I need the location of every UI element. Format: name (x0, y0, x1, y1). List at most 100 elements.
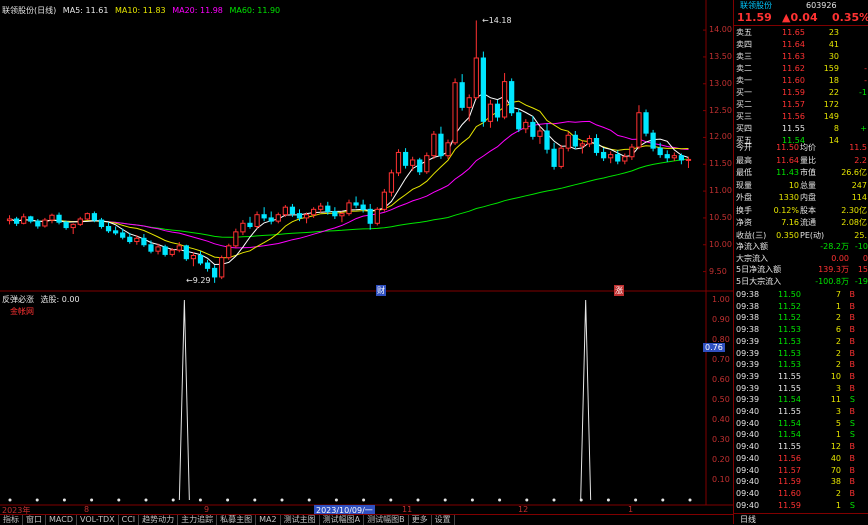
stat-row-cell: 流通 (800, 218, 816, 227)
stat-row-cell: 内盘 (800, 193, 816, 202)
candle-body (530, 121, 536, 137)
tick-row-cell: B (849, 465, 856, 475)
price-axis-label: 10.50 (709, 212, 732, 222)
tick-row: 09:40 11.55 12 B (734, 441, 868, 452)
candle-body (480, 57, 486, 122)
tick-row-cell: 09:40 (736, 418, 760, 428)
ask-row: 卖二 11.62 159 - (734, 63, 868, 74)
tick-row: 09:38 11.53 6 B (734, 324, 868, 335)
ma20-line (9, 120, 689, 249)
ask-row-cell: 卖一 (736, 76, 752, 85)
candle-body (268, 217, 274, 222)
tick-row-cell: 09:40 (736, 407, 760, 416)
tick-row-cell: 09:39 (736, 371, 760, 381)
candle-body (247, 222, 253, 228)
ask-row-cell: 41 (828, 40, 839, 49)
tick-row-cell: 11.50 (778, 290, 801, 299)
candle-body (155, 246, 161, 252)
stat-row: 外盘 1330 内盘 114 (734, 192, 868, 203)
signal-dot (579, 498, 583, 502)
stat-row-cell: 换手 (736, 205, 752, 215)
flow-row: 大宗流入 0.00 0 (734, 253, 868, 264)
candle-body (664, 154, 670, 159)
candle-body (261, 214, 267, 219)
tick-row-cell: 1 (835, 500, 841, 510)
rise-marker[interactable]: 涨 (614, 285, 624, 296)
signal-dot (171, 498, 175, 502)
tick-row-cell: 11.55 (778, 383, 801, 393)
kline-chart-svg[interactable] (0, 0, 733, 524)
tick-row-cell: S (849, 395, 855, 405)
candle-body (572, 134, 578, 147)
candle-body (332, 210, 338, 217)
candle-body (190, 254, 197, 260)
candle-body (134, 237, 140, 243)
tick-row-cell: 11.53 (778, 348, 801, 358)
candle-body (282, 206, 288, 216)
daily-tab[interactable]: 日线 (734, 513, 868, 524)
tick-row-cell: 09:40 (736, 477, 760, 487)
tick-row: 09:38 11.52 2 B (734, 312, 868, 323)
candle-body (360, 204, 366, 210)
bid-row-cell: 买二 (736, 100, 752, 109)
tick-row-cell: 09:39 (736, 383, 760, 393)
tick-row-cell: 38 (830, 477, 841, 487)
candle-body (615, 154, 621, 162)
tick-row-cell: 09:40 (736, 442, 760, 452)
flow-row-cell: 15 (857, 265, 868, 274)
signal-dot (334, 498, 338, 502)
tick-row-cell: 1 (835, 430, 841, 440)
indicator-name: 反弹必涨 (2, 295, 34, 304)
candle-body (63, 221, 69, 229)
ask-row: 卖三 11.63 30 (734, 51, 868, 62)
candle-body (275, 214, 281, 222)
indicator-axis-label: 0.70 (712, 355, 730, 364)
candle-body (622, 156, 628, 162)
flow-row-cell: -19 (854, 276, 868, 286)
date-axis-label: 8 (84, 505, 90, 514)
tick-row-cell: 09:40 (736, 453, 760, 463)
stat-row-cell: 外盘 (736, 193, 752, 202)
flow-row: 5日净流入额 139.3万 15 (734, 264, 868, 275)
signal-dot (198, 498, 202, 502)
candle-body (148, 244, 154, 252)
quote-panel: 联领股份 603926 11.59 ▲0.04 0.35% 卖五 11.65 23 卖… (733, 0, 868, 524)
tick-row-cell: 11.55 (778, 371, 801, 381)
stat-row-cell: 收益(三) (736, 230, 767, 240)
candle-body (544, 130, 550, 150)
candle-body (565, 134, 571, 149)
stat-row-cell: 10 (788, 180, 799, 190)
tick-row-cell: 09:39 (736, 336, 760, 346)
bid-row: 买二 11.57 172 (734, 99, 868, 110)
date-axis-label: 1 (628, 505, 634, 514)
tick-row-cell: 11.52 (778, 313, 801, 323)
flow-row-cell: -10 (854, 242, 868, 251)
candle-body (56, 214, 62, 223)
tick-row-cell: 11.57 (778, 465, 801, 475)
price-axis-label: 11.00 (709, 186, 732, 196)
signal-dot (62, 498, 66, 502)
candle-body (84, 213, 90, 220)
tick-row: 09:38 11.52 1 B (734, 301, 868, 312)
candle-body (501, 81, 508, 118)
candle-body (473, 57, 479, 99)
signal-dot (307, 498, 311, 502)
candle-body (381, 191, 387, 210)
candle-body (551, 148, 557, 167)
low-value: 9.29 (192, 276, 211, 285)
finance-marker[interactable]: 财 (376, 285, 386, 296)
tick-row-cell: 11.55 (778, 407, 801, 416)
tick-row: 09:39 11.55 10 B (734, 371, 868, 382)
candle-body (197, 254, 204, 264)
candle-body (35, 220, 41, 227)
tick-row-cell: 09:39 (736, 395, 760, 405)
stat-row-cell: 1330 (778, 193, 799, 202)
stat-row-cell: PE(动) (800, 230, 825, 240)
candle-body (431, 133, 437, 157)
signal-spike (580, 299, 592, 501)
kline-chart-area[interactable]: 联领股份(日线) MA5: 11.61 MA10: 11.83 MA20: 11… (0, 0, 733, 525)
tick-row: 09:39 11.53 2 B (734, 348, 868, 359)
tick-row-cell: B (849, 301, 856, 311)
tick-row: 09:39 11.53 2 B (734, 336, 868, 347)
tick-row-cell: 09:38 (736, 325, 760, 335)
